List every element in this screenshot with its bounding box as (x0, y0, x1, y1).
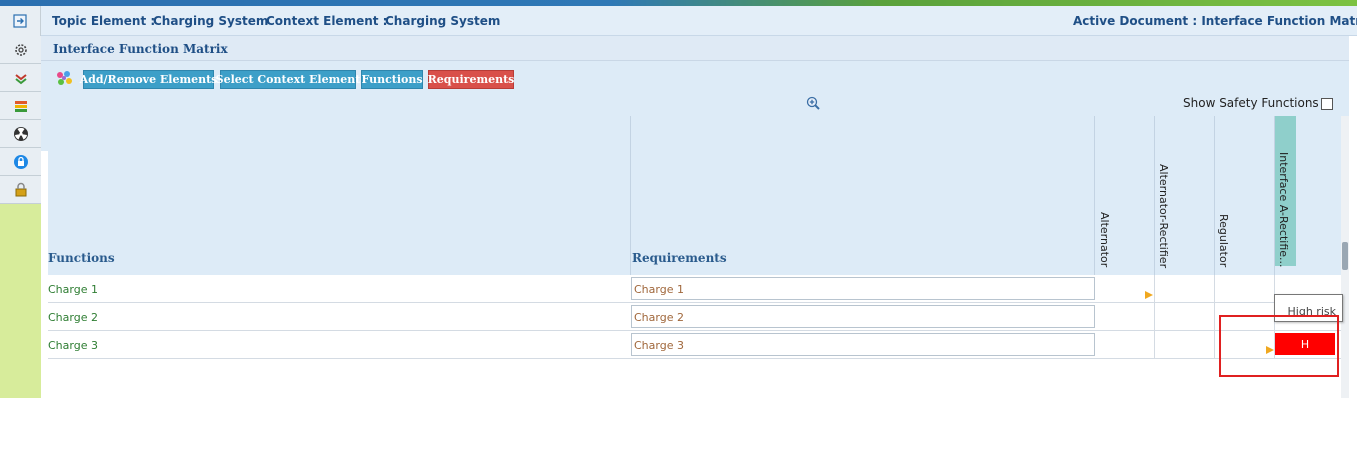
stack-button[interactable] (0, 92, 41, 120)
element-header-alternator[interactable]: Alternator (1098, 212, 1111, 267)
cell-divider (1154, 303, 1155, 331)
cell-divider (1214, 331, 1215, 359)
palette-icon[interactable] (54, 69, 74, 89)
topic-label: Topic Element : (52, 14, 156, 28)
add-remove-elements-button[interactable]: Add/Remove Elements (80, 70, 217, 89)
element-header-interface[interactable]: Interface A-Rectifie... (1277, 152, 1290, 268)
hazard-button[interactable] (0, 120, 41, 148)
table-row: Charge 3 Charge 3 H (48, 331, 1341, 359)
cell-divider (1214, 303, 1215, 331)
lock-blue-icon (13, 154, 28, 169)
requirement-cell[interactable]: Charge 2 (631, 305, 1095, 328)
header-divider (1154, 116, 1155, 275)
functions-column-header[interactable]: Functions (48, 251, 115, 265)
zoom-in-icon[interactable] (806, 96, 820, 110)
security-button[interactable] (0, 148, 41, 176)
header-divider (1094, 116, 1095, 275)
scrollbar-thumb[interactable] (1342, 242, 1348, 270)
matrix-grid: Functions Requirements Alternator Altern… (48, 116, 1343, 398)
lock-button[interactable] (0, 176, 41, 204)
context-value[interactable]: Charging System (385, 14, 500, 28)
risk-indicator-icon[interactable] (1145, 291, 1153, 299)
requirement-cell[interactable]: Charge 1 (631, 277, 1095, 300)
cell-divider (1154, 275, 1155, 303)
function-cell[interactable]: Charge 2 (48, 311, 98, 324)
requirement-text: Charge 3 (634, 339, 684, 352)
collapse-sidebar-button[interactable] (0, 6, 41, 36)
cell-divider (1154, 331, 1155, 359)
matrix-panel: Interface Function Matrix Add/Remove Ele… (41, 36, 1349, 398)
panel-title-bar: Interface Function Matrix (41, 36, 1349, 61)
requirement-cell[interactable]: Charge 3 (631, 333, 1095, 356)
vertical-scrollbar[interactable] (1341, 116, 1349, 398)
element-header-alternator-rectifier[interactable]: Alternator-Rectifier (1157, 164, 1170, 268)
layers-button[interactable] (0, 64, 41, 92)
panel-title: Interface Function Matrix (53, 42, 228, 56)
select-context-element-button[interactable]: Select Context Element (216, 70, 360, 89)
settings-button[interactable] (0, 36, 41, 64)
context-label: Context Element : (266, 14, 388, 28)
layers-icon (14, 73, 27, 84)
active-document: Active Document : Interface Function Mat… (1073, 14, 1357, 28)
functions-button[interactable]: Functions (361, 70, 423, 89)
header-divider (1214, 116, 1215, 275)
header-divider (630, 116, 631, 275)
show-safety-label: Show Safety Functions (1183, 96, 1319, 110)
cell-divider (1214, 275, 1215, 303)
requirement-text: Charge 1 (634, 283, 684, 296)
expand-icon (13, 14, 27, 28)
radiation-icon (13, 126, 28, 141)
show-safety-checkbox[interactable] (1321, 98, 1333, 110)
requirements-button[interactable]: Requirements (428, 70, 514, 89)
element-header-regulator[interactable]: Regulator (1217, 214, 1230, 267)
function-cell[interactable]: Charge 3 (48, 339, 98, 352)
requirement-text: Charge 2 (634, 311, 684, 324)
function-cell[interactable]: Charge 1 (48, 283, 98, 296)
top-bar: Topic Element : Charging System Context … (0, 6, 1357, 36)
stack-icon (14, 100, 27, 112)
requirements-column-header[interactable]: Requirements (632, 251, 727, 265)
highlight-annotation (1219, 315, 1339, 377)
gear-icon (14, 43, 27, 56)
table-row: Charge 1 Charge 1 (48, 275, 1341, 303)
table-row: Charge 2 Charge 2 (48, 303, 1341, 331)
left-sidebar (0, 36, 42, 398)
padlock-icon (15, 182, 26, 196)
topic-value[interactable]: Charging System (153, 14, 268, 28)
